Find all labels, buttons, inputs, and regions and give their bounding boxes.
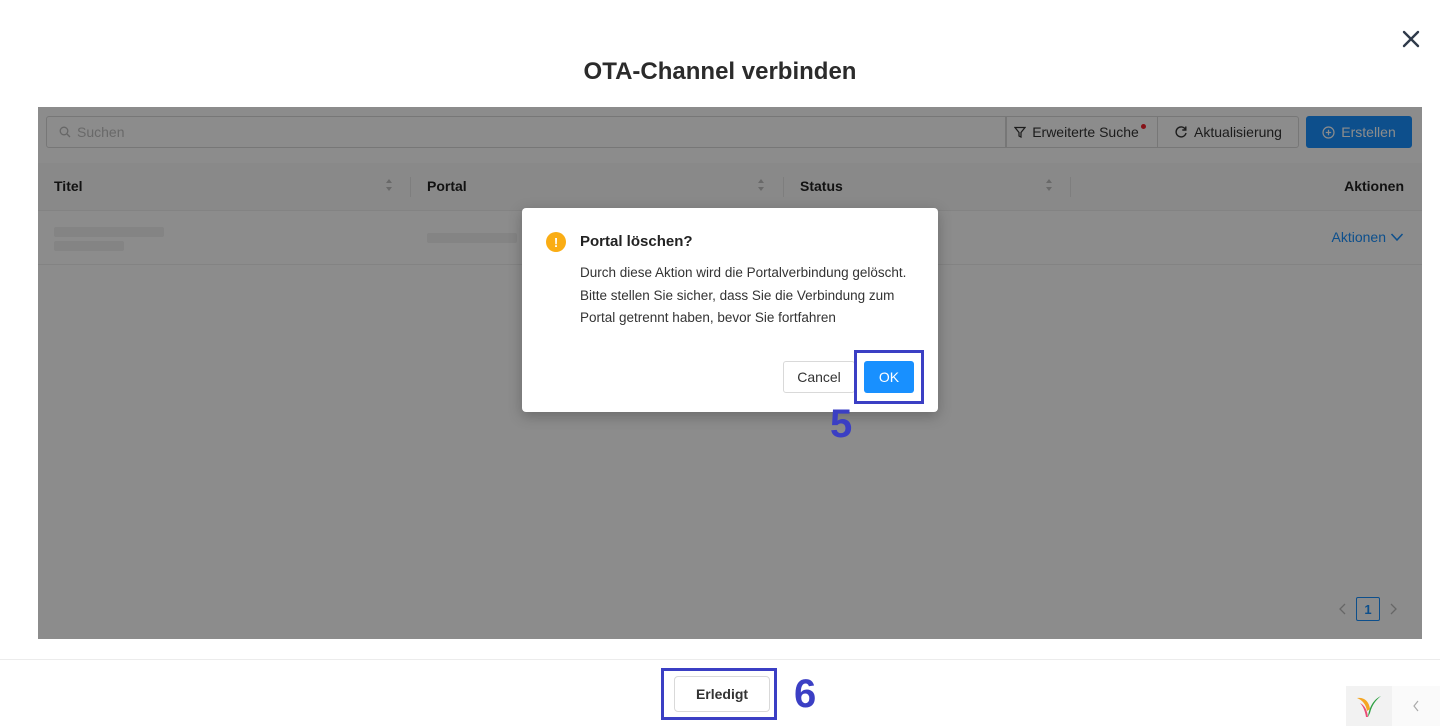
page: OTA-Channel verbinden Suchen Erweiterte … [0, 0, 1440, 726]
modal-title: OTA-Channel verbinden [583, 58, 857, 85]
collapse-arrow-icon[interactable] [1392, 686, 1440, 726]
dialog-message: Durch diese Aktion wird die Portalverbin… [580, 265, 907, 326]
dialog-title: Portal löschen? [580, 233, 693, 250]
cancel-button[interactable]: Cancel [783, 361, 855, 393]
done-highlight-box [661, 668, 777, 720]
ok-highlight-box [854, 350, 924, 404]
warning-icon: ! [546, 232, 566, 252]
corner-widget[interactable] [1346, 686, 1440, 726]
close-icon[interactable] [1398, 26, 1424, 52]
brand-logo-icon [1346, 686, 1392, 726]
step-number-5: 5 [830, 402, 853, 446]
footer-divider [0, 659, 1440, 660]
step-number-6: 6 [794, 672, 817, 716]
